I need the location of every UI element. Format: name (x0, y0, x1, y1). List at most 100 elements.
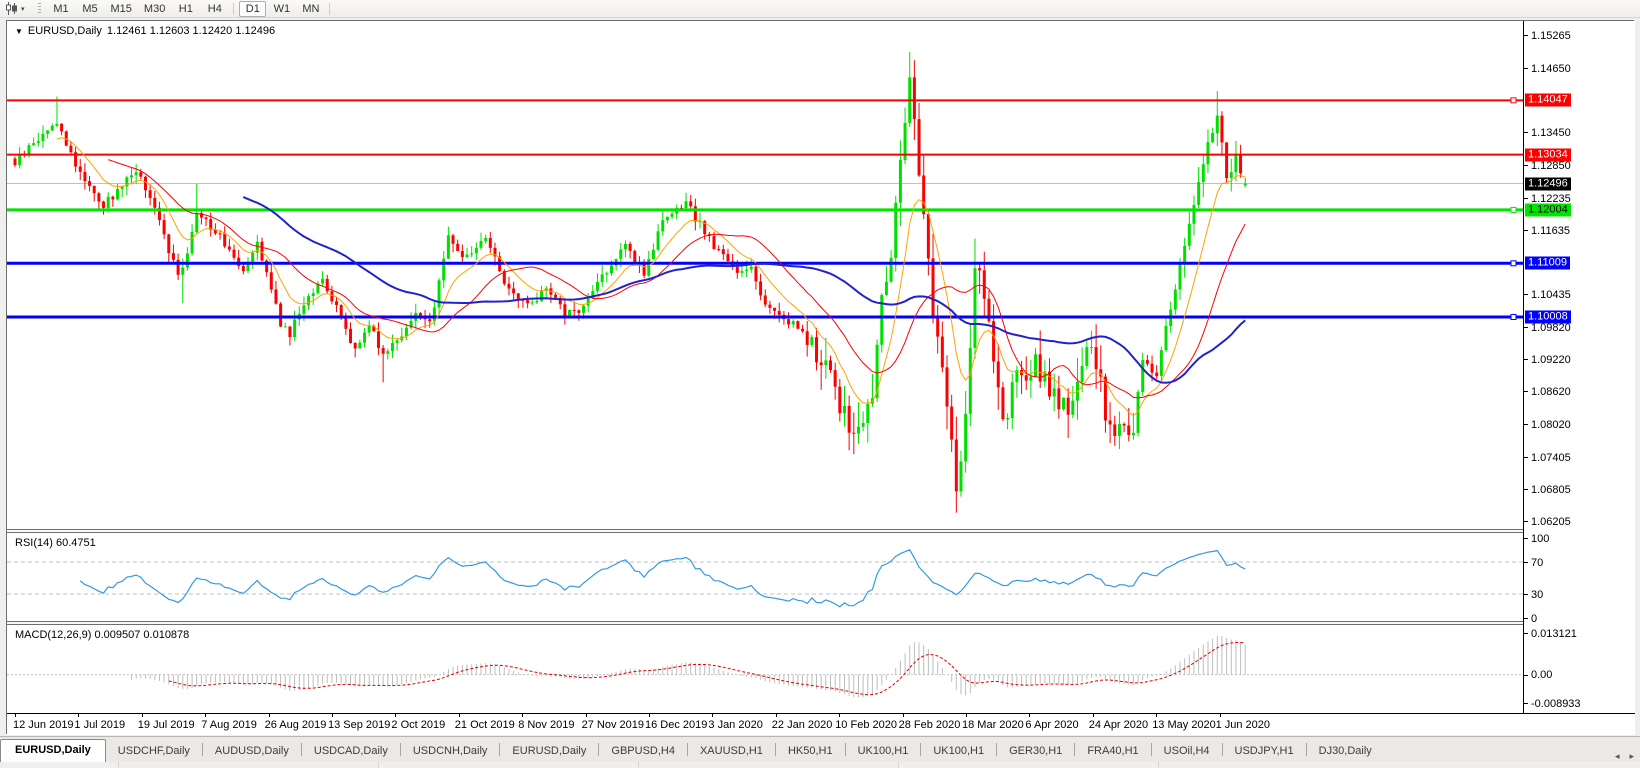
current-price-badge: 1.12496 (1525, 177, 1571, 191)
rsi-tick-label: 0 (1531, 612, 1538, 625)
price-tick-label: 1.11635 (1531, 224, 1570, 237)
chart-tab-usdcad-daily[interactable]: USDCAD,Daily (302, 741, 400, 762)
chevron-down-icon: ▾ (21, 5, 25, 13)
date-tick-label: 7 Aug 2019 (201, 719, 257, 731)
axis-tick-mark (1524, 633, 1528, 634)
hline-price-badge: 1.14047 (1525, 93, 1571, 107)
date-tick-mark (15, 714, 16, 717)
axis-tick-mark (1524, 618, 1528, 619)
axis-tick-mark (1524, 703, 1528, 704)
date-tick-label: 26 Aug 2019 (264, 719, 327, 731)
top-toolbar: ▾ M1 M5 M15 M30 H1 H4 D1 W1 MN (0, 0, 1640, 18)
timeframe-button-h4[interactable]: H4 (201, 1, 228, 17)
price-tick-label: 1.08620 (1531, 385, 1571, 398)
timeframe-button-mn[interactable]: MN (297, 1, 324, 17)
tab-scroll-left-button[interactable]: ◂ (1615, 751, 1620, 762)
chart-tab-dj30-daily[interactable]: DJ30,Daily (1307, 741, 1384, 762)
timeframe-button-m30[interactable]: M30 (139, 1, 170, 17)
price-tick-label: 1.06205 (1531, 515, 1571, 528)
hline-price-badge: 1.10008 (1525, 310, 1571, 324)
axis-tick-mark (1524, 230, 1528, 231)
chart-tab-usdcnh-daily[interactable]: USDCNH,Daily (401, 741, 500, 762)
chart-tab-hk50-h1[interactable]: HK50,H1 (776, 741, 845, 762)
price-axis: 1.15265 1.14650 1.13450 1.12850 1.12235 1.116… (1524, 21, 1635, 713)
hline-price-badge: 1.11009 (1525, 256, 1570, 270)
candlestick-chart-icon (6, 2, 17, 15)
date-tick-label: 24 Apr 2020 (1088, 719, 1149, 731)
timeframe-button-m5[interactable]: M5 (77, 1, 104, 17)
status-strip-separator (638, 762, 639, 768)
date-tick-mark (966, 714, 967, 717)
timeframe-button-m1[interactable]: M1 (48, 1, 75, 17)
status-strip-separator (898, 762, 899, 768)
axis-tick-mark (1524, 594, 1528, 595)
timeframe-button-w1[interactable]: W1 (268, 1, 295, 17)
timeframe-button-m15[interactable]: M15 (106, 1, 137, 17)
metatrader-screen: ▾ M1 M5 M15 M30 H1 H4 D1 W1 MN ▼ EURUSD,Daily 1.… (0, 0, 1640, 768)
date-tick-label: 28 Feb 2020 (898, 719, 961, 731)
axis-tick-mark (1524, 489, 1528, 490)
axis-tick-mark (1524, 327, 1528, 328)
price-tick-label: 1.09220 (1531, 353, 1571, 366)
macd-panel[interactable] (7, 625, 1523, 713)
chart-tab-uk100-h1[interactable]: UK100,H1 (921, 741, 996, 762)
chart-tab-eurusd-daily[interactable]: EURUSD,Daily (500, 741, 598, 762)
chart-tab-usdjpy-h1[interactable]: USDJPY,H1 (1223, 741, 1306, 762)
main-price-chart[interactable] (7, 21, 1523, 529)
chart-type-button[interactable]: ▾ (0, 1, 30, 17)
timeframe-button-d1[interactable]: D1 (239, 0, 267, 17)
date-tick-label: 13 May 2020 (1152, 719, 1216, 731)
price-tick-label: 1.07405 (1531, 451, 1571, 464)
axis-tick-mark (1524, 165, 1528, 166)
status-strip-separator (378, 762, 379, 768)
date-tick-mark (141, 714, 143, 717)
toolbar-grip[interactable] (37, 2, 41, 15)
chart-ohlc-values: 1.12461 1.12603 1.12420 1.12496 (106, 25, 276, 37)
date-tick-label: 19 Jul 2019 (137, 719, 195, 731)
tab-scroll-right-button[interactable]: ▸ (1629, 751, 1634, 762)
date-tick-mark (839, 714, 841, 717)
chart-tab-fra40-h1[interactable]: FRA40,H1 (1075, 741, 1150, 762)
chart-tab-audusd-daily[interactable]: AUDUSD,Daily (203, 741, 301, 762)
date-tick-label: 22 Jan 2020 (771, 719, 833, 731)
date-tick-mark (458, 714, 460, 717)
rsi-panel[interactable] (7, 533, 1523, 621)
date-tick-label: 1 Jun 2020 (1215, 719, 1271, 731)
chart-tab-uk100-h1[interactable]: UK100,H1 (846, 741, 921, 762)
date-tick-label: 21 Oct 2019 (454, 719, 515, 731)
chart-tab-bar: EURUSD,Daily USDCHF,Daily AUDUSD,Daily USDC… (0, 736, 1640, 762)
date-tick-mark (902, 714, 904, 717)
price-tick-label: 1.06805 (1531, 483, 1571, 496)
date-tick-mark (649, 714, 650, 717)
date-tick-mark (395, 714, 397, 717)
hline-price-badge: 1.13034 (1525, 148, 1571, 162)
axis-tick-mark (1524, 562, 1528, 563)
chart-tab-gbpusd-h4[interactable]: GBPUSD,H4 (599, 741, 687, 762)
date-tick-label: 3 Jan 2020 (708, 719, 763, 731)
timeframe-button-h1[interactable]: H1 (172, 1, 199, 17)
collapse-triangle-icon[interactable]: ▼ (15, 27, 23, 36)
axis-tick-mark (1524, 538, 1528, 539)
price-tick-label: 1.08020 (1531, 418, 1571, 431)
date-tick-mark (332, 714, 333, 717)
toolbar-separator (233, 2, 235, 15)
axis-tick-mark (1524, 674, 1528, 676)
chart-tab-eurusd-daily[interactable]: EURUSD,Daily (0, 739, 106, 762)
rsi-tick-label: 100 (1531, 532, 1550, 545)
rsi-tick-label: 30 (1531, 588, 1544, 601)
date-tick-mark (585, 714, 587, 717)
toolbar-separator (329, 2, 331, 15)
axis-tick-mark (1524, 359, 1528, 360)
chart-tab-usoil-h4[interactable]: USOil,H4 (1152, 741, 1222, 762)
chart-tab-usdchf-daily[interactable]: USDCHF,Daily (106, 741, 202, 762)
chart-tab-xauusd-h1[interactable]: XAUUSD,H1 (688, 741, 775, 762)
chart-tab-ger30-h1[interactable]: GER30,H1 (997, 741, 1074, 762)
date-tick-mark (78, 714, 80, 717)
axis-tick-mark (1524, 457, 1528, 458)
date-tick-mark (1029, 714, 1031, 717)
date-tick-label: 18 Mar 2020 (962, 719, 1024, 731)
axis-tick-mark (1524, 198, 1528, 199)
chart-title: ▼ EURUSD,Daily 1.12461 1.12603 1.12420 1… (15, 25, 275, 37)
axis-tick-mark (1524, 424, 1528, 425)
axis-tick-mark (1524, 68, 1528, 69)
